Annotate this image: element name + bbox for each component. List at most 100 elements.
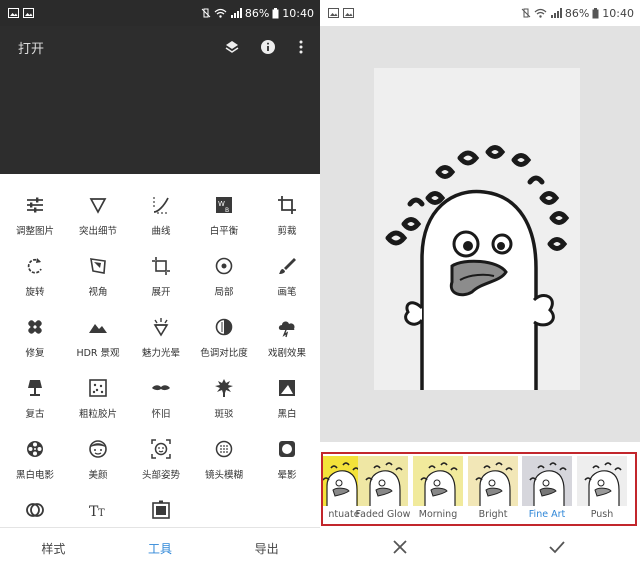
cartoon-character-image bbox=[385, 145, 570, 390]
open-button[interactable]: 打开 bbox=[18, 38, 44, 57]
confirm-bar bbox=[320, 527, 640, 568]
image-notification-icon bbox=[343, 8, 354, 18]
filter-label: Bright bbox=[478, 509, 508, 520]
curves-icon bbox=[153, 197, 169, 214]
tool-healing[interactable]: 修复 bbox=[3, 308, 67, 369]
status-bar: 86% 10:40 bbox=[320, 0, 640, 26]
tool-crop[interactable]: 剪裁 bbox=[255, 186, 319, 247]
layers-button[interactable] bbox=[221, 36, 243, 58]
more-vert-icon bbox=[299, 40, 303, 54]
tool-rotate[interactable]: 旋转 bbox=[3, 247, 67, 308]
lens-blur-icon bbox=[215, 440, 233, 458]
filter-thumb-morning[interactable] bbox=[413, 456, 463, 506]
tool-label: 怀旧 bbox=[151, 409, 171, 420]
image-notification-icon bbox=[23, 8, 34, 18]
tool-noir[interactable]: 黑白电影 bbox=[3, 430, 67, 491]
layers-icon bbox=[225, 41, 239, 53]
tool-label: 戏剧效果 bbox=[267, 348, 306, 359]
image-preview-area: 打开 bbox=[0, 26, 320, 174]
tool-details[interactable]: 突出细节 bbox=[66, 186, 130, 247]
signal-icon bbox=[230, 8, 242, 18]
tool-lens-blur[interactable]: 镜头模糊 bbox=[192, 430, 256, 491]
info-icon bbox=[261, 40, 275, 54]
filter-thumb-fine-art[interactable] bbox=[522, 456, 572, 506]
hdr-mountain-icon bbox=[89, 324, 107, 333]
image-notification-icon bbox=[8, 8, 19, 18]
tool-vintage[interactable]: 复古 bbox=[3, 369, 67, 430]
filter-label-selected: Fine Art bbox=[528, 509, 566, 520]
tool-brush[interactable]: 画笔 bbox=[255, 247, 319, 308]
tool-selective[interactable]: 局部 bbox=[192, 247, 256, 308]
tool-label: 视角 bbox=[88, 287, 108, 298]
tool-expand[interactable]: 展开 bbox=[129, 247, 193, 308]
tool-tonal-contrast[interactable]: 色调对比度 bbox=[192, 308, 256, 369]
apply-button[interactable] bbox=[547, 537, 567, 557]
left-phone-screen: 86% 10:40 打开 调整图片 突出细节 曲线 WB 白平衡 剪裁 旋转 视… bbox=[0, 0, 320, 568]
status-bar: 86% 10:40 bbox=[0, 0, 320, 26]
signal-icon bbox=[550, 8, 562, 18]
tool-label: 画笔 bbox=[277, 287, 297, 298]
grunge-icon bbox=[215, 379, 233, 397]
info-button[interactable] bbox=[257, 36, 279, 58]
tool-label: 展开 bbox=[151, 287, 171, 298]
tool-label: 黑白电影 bbox=[15, 470, 54, 481]
tool-label: 晕影 bbox=[277, 470, 297, 481]
black-white-icon bbox=[279, 380, 295, 396]
tool-vignette[interactable]: 晕影 bbox=[255, 430, 319, 491]
tool-label: 突出细节 bbox=[78, 226, 117, 237]
details-triangle-icon bbox=[89, 198, 107, 214]
cancel-button[interactable] bbox=[390, 537, 410, 557]
tool-hdr[interactable]: HDR 景观 bbox=[66, 308, 130, 369]
tune-icon bbox=[27, 197, 43, 213]
tool-label: 剪裁 bbox=[277, 226, 297, 237]
image-notification-icon bbox=[328, 8, 339, 18]
filter-preview-image bbox=[413, 456, 463, 506]
tool-label: 黑白 bbox=[277, 409, 297, 420]
battery-percent: 86% bbox=[244, 6, 270, 20]
tool-label: 镜头模糊 bbox=[204, 470, 243, 481]
nav-looks[interactable]: 样式 bbox=[0, 528, 107, 568]
filter-preview-image bbox=[468, 456, 518, 506]
bottom-navigation: 样式 工具 导出 bbox=[0, 527, 320, 568]
filter-thumb-bright[interactable] bbox=[468, 456, 518, 506]
tool-grunge[interactable]: 斑驳 bbox=[192, 369, 256, 430]
brush-icon bbox=[279, 258, 296, 274]
tool-curves[interactable]: 曲线 bbox=[129, 186, 193, 247]
check-icon bbox=[549, 541, 565, 554]
nav-export[interactable]: 导出 bbox=[213, 528, 320, 568]
nav-tools[interactable]: 工具 bbox=[107, 528, 214, 568]
tool-grainy-film[interactable]: 粗粒胶片 bbox=[66, 369, 130, 430]
tool-label: 复古 bbox=[25, 409, 45, 420]
tool-face[interactable]: 美颜 bbox=[66, 430, 130, 491]
tool-label: 斑驳 bbox=[214, 409, 234, 420]
tool-head-pose[interactable]: 头部姿势 bbox=[129, 430, 193, 491]
filter-thumb-faded-glow[interactable] bbox=[358, 456, 408, 506]
wifi-icon bbox=[214, 8, 227, 18]
tool-glamour-glow[interactable]: 魅力光晕 bbox=[129, 308, 193, 369]
svg-text:T: T bbox=[98, 508, 105, 519]
tool-retrolux[interactable]: 怀旧 bbox=[129, 369, 193, 430]
tool-white-balance[interactable]: WB 白平衡 bbox=[192, 186, 256, 247]
svg-text:B: B bbox=[225, 207, 229, 214]
face-icon bbox=[89, 440, 107, 458]
wifi-icon bbox=[534, 8, 547, 18]
battery-icon bbox=[272, 7, 279, 18]
clock: 10:40 bbox=[602, 6, 634, 20]
tool-tune-image[interactable]: 调整图片 bbox=[3, 186, 67, 247]
tool-label: 白平衡 bbox=[209, 226, 239, 237]
vibrate-mute-icon bbox=[201, 8, 211, 18]
drama-cloud-icon bbox=[278, 321, 295, 338]
tool-perspective[interactable]: 视角 bbox=[66, 247, 130, 308]
filter-label: Morning bbox=[418, 509, 458, 520]
close-icon bbox=[393, 540, 407, 554]
overflow-menu-button[interactable] bbox=[290, 36, 312, 58]
filter-thumb-push[interactable] bbox=[577, 456, 627, 506]
battery-icon bbox=[592, 7, 599, 18]
crop-icon bbox=[278, 196, 296, 214]
tool-drama[interactable]: 戏剧效果 bbox=[255, 308, 319, 369]
filter-strip: ntuate Faded Glow Morning Bright Fine Ar… bbox=[321, 452, 637, 526]
grainy-film-icon bbox=[89, 379, 107, 397]
double-exposure-icon bbox=[26, 503, 44, 517]
tool-black-white[interactable]: 黑白 bbox=[255, 369, 319, 430]
filter-preview-image bbox=[358, 456, 408, 506]
